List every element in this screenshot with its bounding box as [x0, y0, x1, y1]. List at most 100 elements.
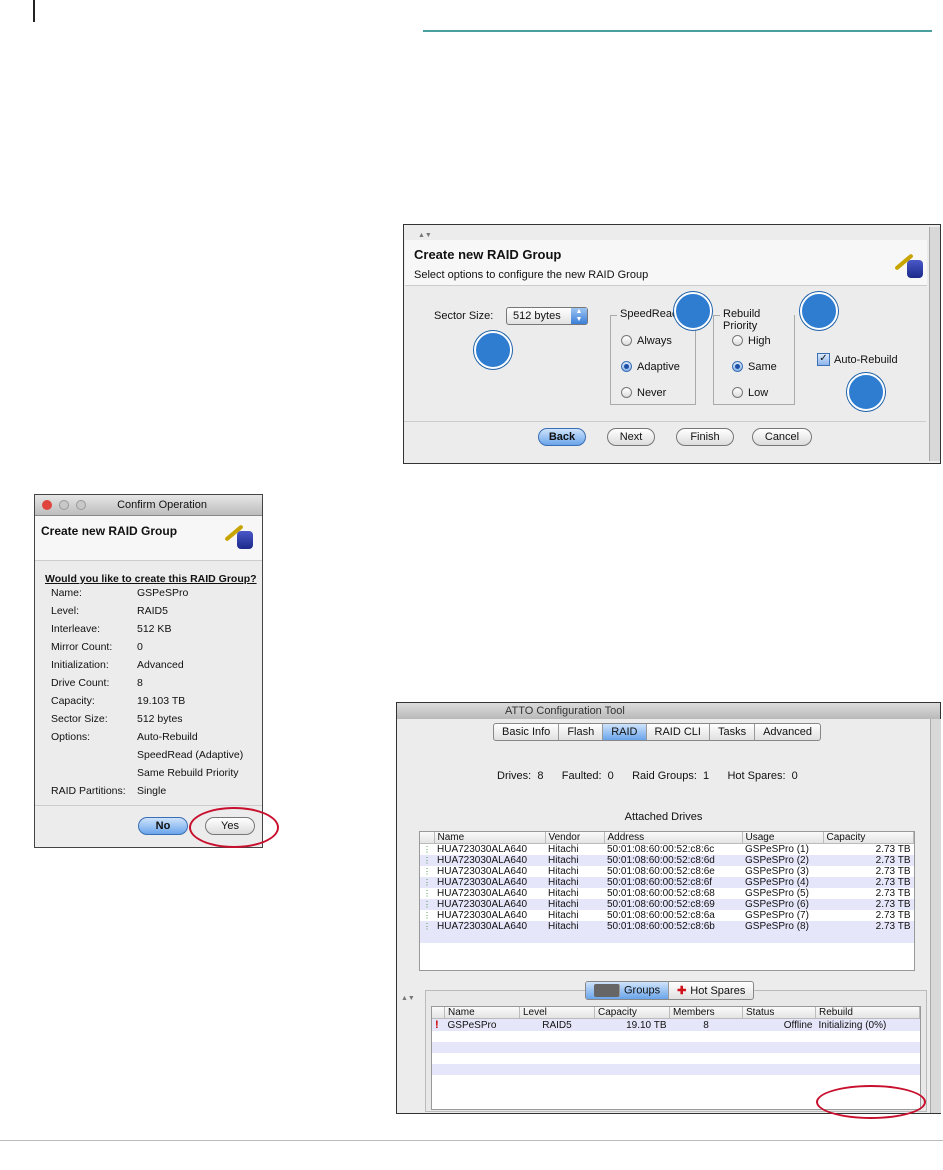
- speedread-never[interactable]: Never: [621, 384, 666, 402]
- summary-value: GSPeSPro: [137, 587, 189, 599]
- column-header-rebuild[interactable]: Rebuild: [815, 1007, 920, 1019]
- minimize-window-icon[interactable]: [59, 500, 69, 510]
- column-header-address[interactable]: Address: [604, 832, 743, 844]
- drive-icon: ⋮: [423, 911, 431, 920]
- rebuild-same[interactable]: Same: [732, 358, 777, 376]
- drive-icon: ⋮: [423, 867, 431, 876]
- tab-raid-cli[interactable]: RAID CLI: [647, 724, 710, 740]
- group-status: Offline: [742, 1018, 816, 1031]
- drive-address: 50:01:08:60:00:52:c8:6f: [604, 877, 742, 888]
- drive-vendor: Hitachi: [548, 844, 579, 855]
- table-row[interactable]: ! GSPeSPro RAID5 19.10 TB 8 Offline Init…: [432, 1018, 920, 1031]
- next-button[interactable]: Next: [607, 428, 655, 446]
- summary-value: RAID5: [137, 605, 168, 617]
- dialog-title: Create new RAID Group: [41, 524, 178, 538]
- drive-vendor: Hitachi: [545, 877, 604, 888]
- column-header-select[interactable]: [432, 1007, 445, 1019]
- radio-icon: [621, 335, 632, 347]
- auto-rebuild-checkbox[interactable]: ✓ Auto-Rebuild: [817, 351, 898, 369]
- drive-icon: ⋮: [423, 845, 431, 854]
- column-header-level[interactable]: Level: [519, 1007, 595, 1019]
- summary-value: Auto-Rebuild: [137, 731, 198, 743]
- table-row[interactable]: ⋮ HUA723030ALA640 Hitachi 50:01:08:60:00:52…: [420, 921, 914, 932]
- tab-tasks[interactable]: Tasks: [710, 724, 756, 740]
- raid-wizard-icon: [891, 250, 925, 280]
- table-row[interactable]: ⋮ HUA723030ALA640 Hitachi 50:01:08:60:00:52…: [420, 877, 914, 888]
- dialog-button-bar: [35, 805, 262, 806]
- group-capacity: 19.10 TB: [594, 1018, 670, 1031]
- tab-groups[interactable]: Groups: [586, 982, 670, 999]
- table-row[interactable]: ⋮ HUA723030ALA640 Hitachi 50:01:08:60:00:52…: [420, 855, 914, 866]
- table-row[interactable]: ⋮ HUA723030ALA640 Hitachi 50:01:08:60:00:52…: [420, 899, 914, 910]
- back-button[interactable]: Back: [538, 428, 586, 446]
- tool-scrollbar[interactable]: [930, 719, 941, 1113]
- table-row[interactable]: ⋮ HUA723030ALA640 Hitachi 50:01:08:60:00:52…: [420, 866, 914, 877]
- raid-wizard-icon: [221, 521, 255, 551]
- dialog-question: Would you like to create this RAID Group…: [45, 573, 257, 585]
- drive-capacity: 2.73 TB: [823, 877, 914, 888]
- checkbox-checked-icon: ✓: [817, 353, 830, 367]
- summary-value: 19.103 TB: [137, 695, 186, 707]
- drive-vendor: Hitachi: [548, 888, 579, 899]
- tab-hot-spares[interactable]: ✚ Hot Spares: [669, 982, 753, 999]
- drive-name: HUA723030ALA640: [434, 921, 545, 932]
- rebuild-priority-group: Rebuild Priority High Same Low: [713, 308, 795, 405]
- drive-name: HUA723030ALA640: [437, 866, 528, 877]
- attached-drives-heading: Attached Drives: [624, 811, 703, 823]
- drive-capacity: 2.73 TB: [875, 888, 911, 899]
- radio-icon: [732, 387, 743, 399]
- summary-value: 0: [137, 641, 143, 653]
- group-members: 8: [669, 1018, 743, 1031]
- table-row[interactable]: ⋮ HUA723030ALA640 Hitachi 50:01:08:60:00:52…: [420, 910, 914, 921]
- radio-selected-icon: [621, 361, 632, 373]
- cancel-button[interactable]: Cancel: [752, 428, 812, 446]
- split-handle[interactable]: ▲▼: [401, 995, 415, 1002]
- speedread-always[interactable]: Always: [621, 332, 672, 350]
- drive-capacity: 2.73 TB: [823, 855, 914, 866]
- main-tab-bar: Basic Info Flash RAID RAID CLI Tasks Adv…: [493, 723, 822, 741]
- tab-flash[interactable]: Flash: [559, 724, 604, 740]
- finish-button[interactable]: Finish: [676, 428, 734, 446]
- speedread-legend: SpeedRead: [617, 308, 682, 320]
- rebuild-low[interactable]: Low: [732, 384, 768, 402]
- table-row: [432, 1031, 920, 1042]
- table-row[interactable]: ⋮ HUA723030ALA640 Hitachi 50:01:08:60:00:52…: [420, 844, 914, 855]
- summary-label: Level:: [51, 605, 80, 617]
- drive-usage: GSPeSPro (5): [745, 888, 809, 899]
- drive-icon: ⋮: [420, 877, 434, 888]
- column-header-vendor[interactable]: Vendor: [545, 832, 605, 844]
- drive-icon: ⋮: [420, 899, 434, 910]
- callout-marker-auto-rebuild: [847, 373, 885, 411]
- column-header-status[interactable]: Status: [742, 1007, 816, 1019]
- tab-advanced[interactable]: Advanced: [755, 724, 820, 740]
- column-header-members[interactable]: Members: [669, 1007, 743, 1019]
- column-header-select[interactable]: [420, 832, 435, 844]
- no-button[interactable]: No: [138, 817, 188, 835]
- tab-raid[interactable]: RAID: [603, 724, 647, 740]
- wizard-subtitle: Select options to configure the new RAID…: [414, 269, 649, 281]
- column-header-capacity[interactable]: Capacity: [594, 1007, 670, 1019]
- panel-scrollbar[interactable]: [929, 227, 940, 461]
- callout-marker-speedread: [674, 292, 712, 330]
- alert-icon: !: [432, 1018, 445, 1031]
- split-handle[interactable]: ▲▼: [418, 232, 432, 239]
- column-header-name[interactable]: Name: [434, 832, 546, 844]
- summary-label: RAID Partitions:: [51, 785, 126, 797]
- tab-basic-info[interactable]: Basic Info: [494, 724, 560, 740]
- rebuild-high[interactable]: High: [732, 332, 771, 350]
- speedread-adaptive[interactable]: Adaptive: [621, 358, 680, 376]
- summary-value: 512 bytes: [137, 713, 183, 725]
- sector-size-select[interactable]: 512 bytes ▲ ▼: [506, 307, 588, 325]
- table-row[interactable]: ⋮ HUA723030ALA640 Hitachi 50:01:08:60:00:52…: [420, 888, 914, 899]
- zoom-window-icon[interactable]: [76, 500, 86, 510]
- drive-address: 50:01:08:60:00:52:c8:6c: [607, 844, 715, 855]
- column-header-capacity[interactable]: Capacity: [823, 832, 914, 844]
- drive-name: HUA723030ALA640: [437, 910, 528, 921]
- close-window-icon[interactable]: [42, 500, 52, 510]
- column-header-name[interactable]: Name: [444, 1007, 520, 1019]
- raid-wizard-panel: ▲▼ Create new RAID Group Select options …: [403, 224, 941, 464]
- drive-address: 50:01:08:60:00:52:c8:6a: [607, 910, 715, 921]
- column-header-usage[interactable]: Usage: [742, 832, 824, 844]
- drive-usage: GSPeSPro (1): [745, 844, 809, 855]
- drive-icon: ⋮: [423, 889, 431, 898]
